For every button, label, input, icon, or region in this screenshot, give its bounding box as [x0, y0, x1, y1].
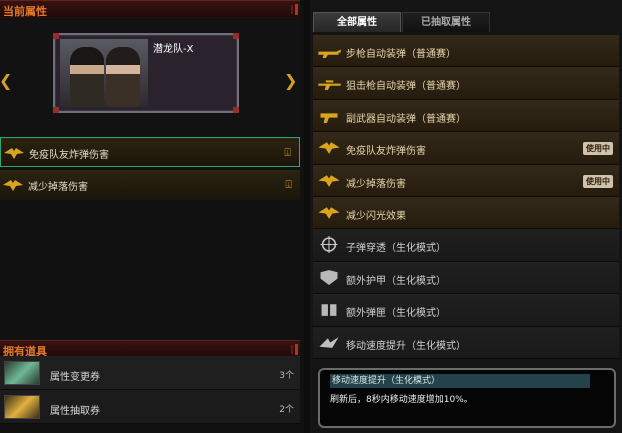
attribute-row[interactable]: 免疫队友炸弹伤害 使用中	[313, 132, 619, 165]
item-name: 属性抽取券	[50, 406, 100, 417]
chevron-left-icon[interactable]: ❮	[0, 71, 12, 90]
character-portrait	[60, 39, 148, 107]
attribute-row[interactable]: 额外护甲（生化模式）	[313, 261, 619, 295]
inventory-item[interactable]: 属性抽取券 2个	[0, 390, 300, 424]
attribute-row[interactable]: 减少闪光效果	[313, 196, 619, 230]
tab-extracted-attributes[interactable]: 已抽取属性	[402, 12, 490, 32]
item-thumbnail	[4, 361, 40, 385]
attribute-label: 移动速度提升（生化模式）	[346, 340, 466, 352]
attribute-label: 减少闪光效果	[346, 210, 406, 222]
item-count: 2个	[279, 405, 294, 415]
gold-eagle-icon	[318, 142, 340, 155]
tooltip-title: 移动速度提升（生化模式）	[330, 374, 590, 388]
attribute-row[interactable]: 移动速度提升（生化模式）	[313, 326, 619, 359]
attribute-label: 子弹穿透（生化模式）	[346, 243, 446, 255]
attribute-label: 步枪自动装弹（普通赛）	[346, 49, 456, 60]
item-count: 3个	[279, 371, 294, 381]
attribute-label: 免疫队友炸弹伤害	[346, 146, 426, 158]
chevron-right-icon[interactable]: ❯	[284, 71, 297, 90]
character-figure	[106, 47, 140, 107]
attribute-list: 步枪自动装弹（普通赛） 狙击枪自动装弹（普通赛） 副武器自动装弹（普通赛） 免疫队友炸…	[313, 35, 619, 359]
equipped-attr-label: 减少掉落伤害	[28, 182, 88, 193]
rifle-icon	[318, 49, 341, 58]
attribute-tooltip: 移动速度提升（生化模式） 刷新后，8秒内移动速度增加10%。	[318, 368, 616, 428]
inventory-item[interactable]: 属性变更券 3个	[0, 356, 300, 390]
gold-eagle-icon	[3, 180, 23, 191]
equipped-attr-row[interactable]: 减少掉落伤害 ⍗	[0, 170, 300, 200]
attribute-label: 减少掉落伤害	[346, 178, 406, 190]
magazine-icon	[321, 304, 337, 316]
tooltip-description: 刷新后，8秒内移动速度增加10%。	[330, 395, 473, 405]
left-panel: 当前属性 ❮ ❯ 潜龙队-X 免疫队友炸弹伤害 ⍗ 减少掉落伤害 ⍗ 拥有道具	[0, 0, 304, 433]
attribute-row[interactable]: 子弹穿透（生化模式）	[313, 229, 619, 262]
right-panel: 全部属性 已抽取属性 步枪自动装弹（普通赛） 狙击枪自动装弹（普通赛） 副武器自动装…	[310, 0, 622, 433]
item-thumbnail	[4, 395, 40, 419]
crosshair-icon	[320, 236, 338, 254]
attribute-row[interactable]: 副武器自动装弹（普通赛）	[313, 99, 619, 133]
attr-tabs: 全部属性 已抽取属性	[310, 12, 622, 32]
attribute-label: 额外弹匣（生化模式）	[346, 308, 446, 320]
attribute-row[interactable]: 步枪自动装弹（普通赛）	[313, 35, 619, 68]
gold-eagle-icon	[318, 174, 340, 187]
current-attr-title: 当前属性	[3, 5, 47, 18]
tab-all-attributes[interactable]: 全部属性	[313, 12, 401, 32]
sniper-icon	[318, 80, 341, 91]
character-figure	[70, 47, 104, 107]
gold-eagle-icon	[4, 148, 24, 159]
equipped-attr-label: 免疫队友炸弹伤害	[29, 150, 109, 161]
attribute-label: 狙击枪自动装弹（普通赛）	[346, 81, 466, 93]
attribute-row[interactable]: 狙击枪自动装弹（普通赛）	[313, 67, 619, 100]
character-card[interactable]: 潜龙队-X	[53, 33, 239, 113]
inventory-list: 属性变更券 3个 属性抽取券 2个	[0, 356, 300, 424]
unequip-icon[interactable]: ⍗	[284, 146, 291, 160]
character-name: 潜龙队-X	[153, 44, 194, 55]
current-attr-header: 当前属性	[0, 0, 300, 18]
attribute-label: 额外护甲（生化模式）	[346, 275, 446, 287]
in-use-badge: 使用中	[583, 174, 613, 188]
gold-eagle-icon	[318, 207, 340, 219]
speed-icon	[319, 336, 339, 348]
in-use-badge: 使用中	[583, 142, 613, 156]
item-name: 属性变更券	[50, 372, 100, 383]
armor-icon	[320, 269, 338, 285]
pistol-icon	[320, 113, 338, 123]
attribute-row[interactable]: 额外弹匣（生化模式）	[313, 294, 619, 327]
equipped-attr-row[interactable]: 免疫队友炸弹伤害 ⍗	[0, 137, 300, 167]
attribute-label: 副武器自动装弹（普通赛）	[346, 113, 466, 125]
unequip-icon[interactable]: ⍗	[285, 178, 292, 192]
attribute-row[interactable]: 减少掉落伤害 使用中	[313, 164, 619, 197]
